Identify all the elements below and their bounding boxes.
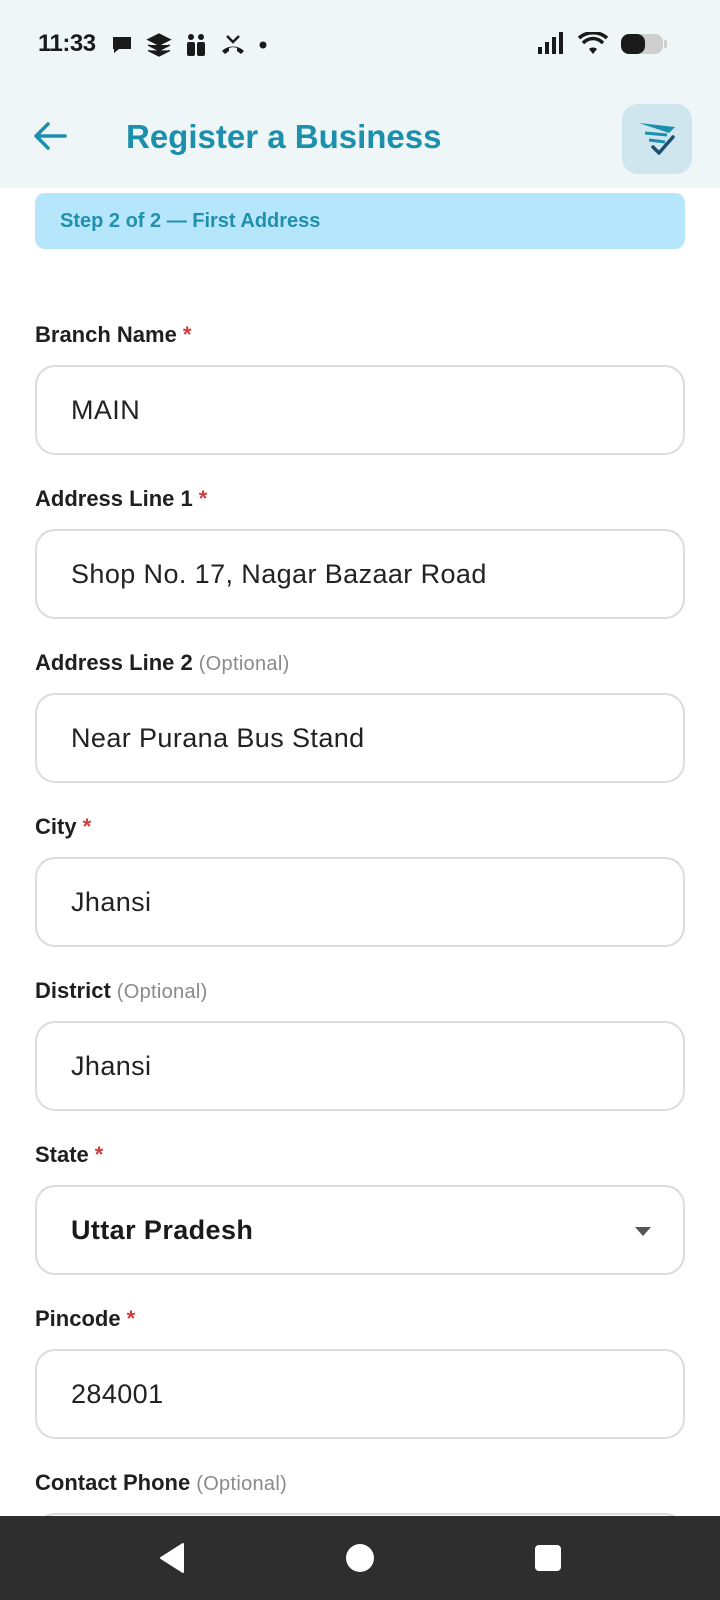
app-logo-icon: [639, 123, 675, 155]
district-label: District (Optional): [35, 978, 208, 1004]
required-mark: *: [182, 322, 192, 347]
city-input[interactable]: Jhansi: [35, 857, 685, 947]
nav-recents-button[interactable]: [508, 1516, 588, 1600]
signal-icon: [538, 32, 563, 54]
nav-back-button[interactable]: [132, 1516, 212, 1600]
system-icons: [536, 32, 668, 56]
field-label-text: Address Line 1: [35, 486, 193, 511]
optional-hint: (Optional): [116, 981, 208, 1003]
required-mark: *: [126, 1306, 136, 1331]
nav-home-button[interactable]: [320, 1516, 400, 1600]
contact-phone-label: Contact Phone (Optional): [35, 1470, 287, 1496]
state-select[interactable]: Uttar Pradesh: [35, 1185, 685, 1275]
system-navigation-bar: [0, 1516, 720, 1600]
field-label-text: Branch Name: [35, 322, 177, 347]
dropdown-caret-icon: [635, 1227, 651, 1236]
back-triangle-icon: [160, 1543, 184, 1573]
optional-hint: (Optional): [198, 653, 290, 675]
app-logo-button[interactable]: [622, 104, 692, 174]
required-mark: *: [94, 1142, 104, 1167]
field-label-text: State: [35, 1142, 89, 1167]
recents-square-icon: [535, 1545, 561, 1571]
status-bar: 11:33: [0, 0, 720, 90]
city-label: City *: [35, 814, 91, 840]
field-label-text: Contact Phone: [35, 1470, 191, 1495]
chat-bubble-icon: [113, 37, 131, 53]
app-bar: Register a Business: [0, 90, 720, 188]
stack-icon: [146, 33, 172, 57]
field-label-text: Pincode: [35, 1306, 121, 1331]
field-label-text: City: [35, 814, 77, 839]
district-input[interactable]: Jhansi: [35, 1021, 685, 1111]
page-title: Register a Business: [126, 118, 442, 155]
people-icon: [187, 34, 205, 56]
address-line-2-input[interactable]: Near Purana Bus Stand: [35, 693, 685, 783]
dot-icon: [259, 41, 267, 49]
back-button[interactable]: [28, 114, 72, 158]
state-label: State *: [35, 1142, 103, 1168]
pincode-input[interactable]: 284001: [35, 1349, 685, 1439]
step-banner: Step 2 of 2 — First Address: [35, 193, 685, 249]
home-circle-icon: [346, 1544, 374, 1572]
notification-icons: [110, 32, 268, 58]
wifi-icon: [578, 32, 608, 54]
branch-name-input[interactable]: MAIN: [35, 365, 685, 455]
optional-hint: (Optional): [196, 1473, 288, 1495]
field-label-text: Address Line 2: [35, 650, 193, 675]
missed-call-icon: [222, 35, 244, 54]
field-label-text: District: [35, 978, 111, 1003]
address-line-1-label: Address Line 1 *: [35, 486, 207, 512]
battery-icon: [621, 34, 667, 54]
required-mark: *: [82, 814, 92, 839]
pincode-label: Pincode *: [35, 1306, 135, 1332]
branch-name-label: Branch Name *: [35, 322, 191, 348]
state-selected-value: Uttar Pradesh: [71, 1214, 254, 1245]
required-mark: *: [198, 486, 208, 511]
status-time: 11:33: [38, 30, 96, 57]
address-line-2-label: Address Line 2 (Optional): [35, 650, 290, 676]
arrow-left-icon: [34, 122, 67, 150]
address-line-1-input[interactable]: Shop No. 17, Nagar Bazaar Road: [35, 529, 685, 619]
